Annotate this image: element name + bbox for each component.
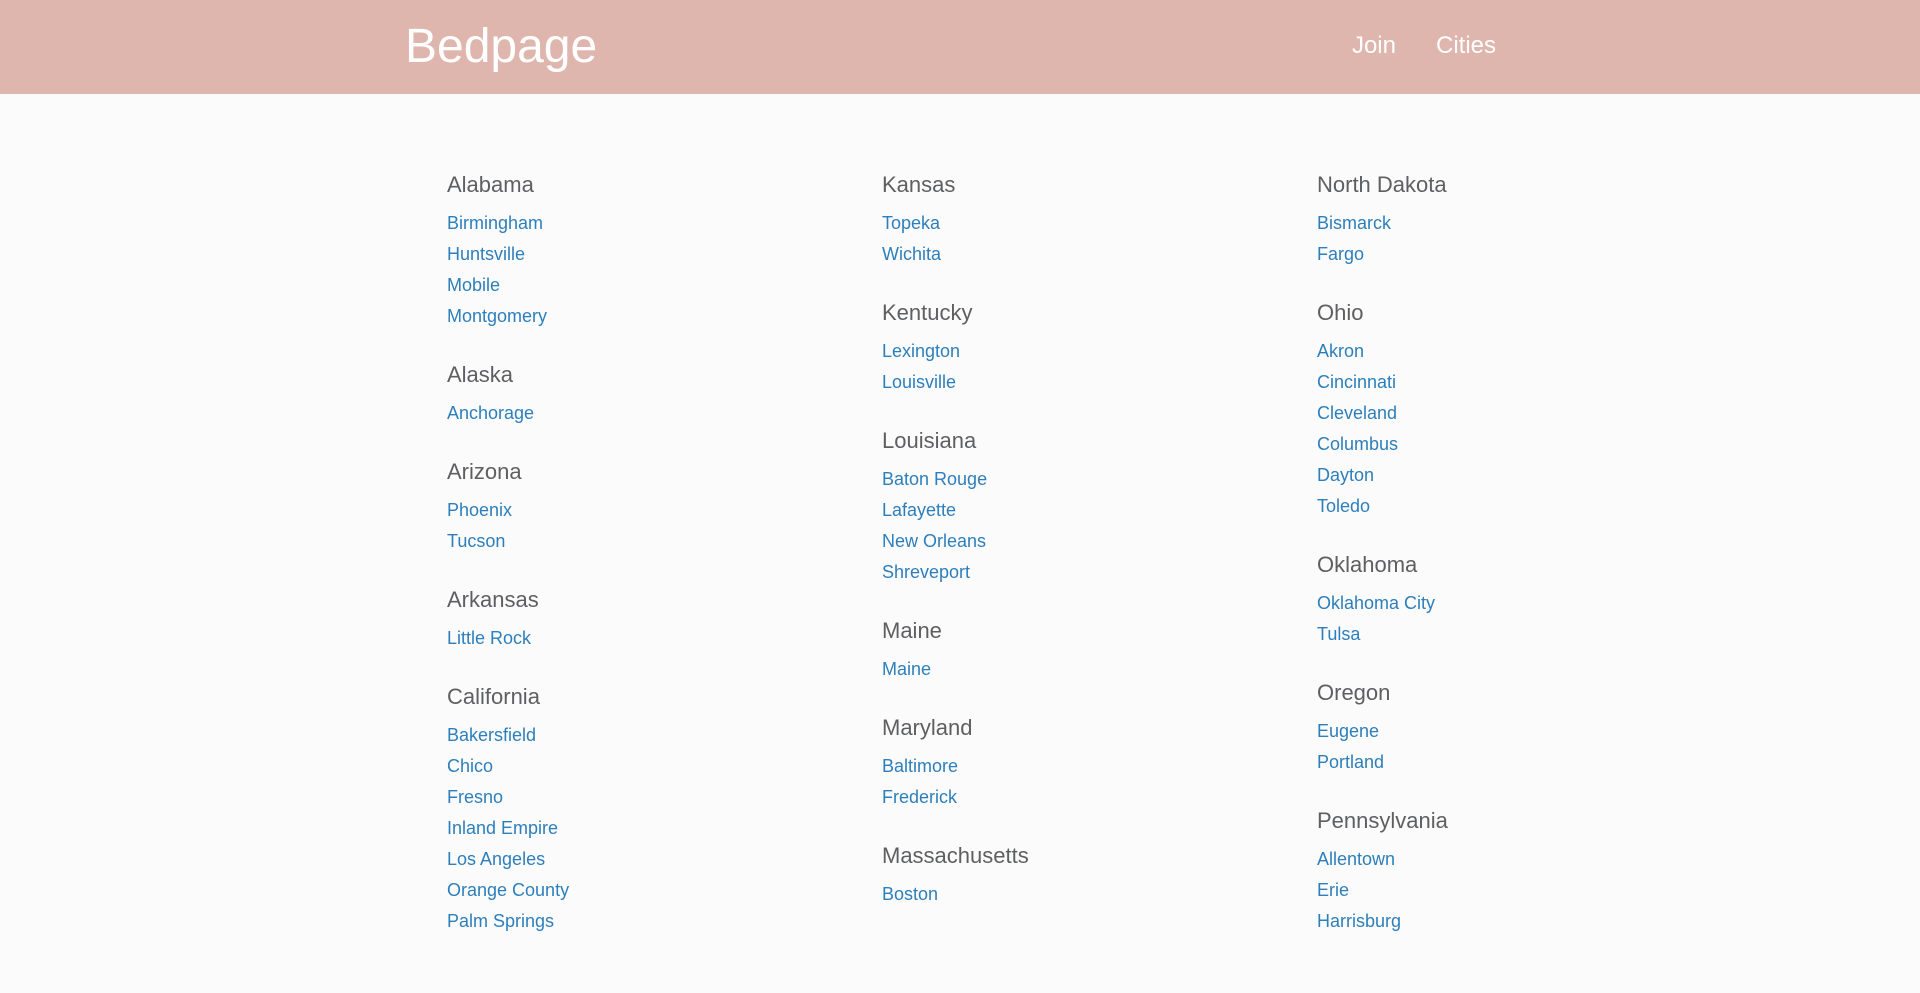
directory-column-1: Alabama Birmingham Huntsville Mobile Montgom…	[447, 168, 847, 963]
site-logo[interactable]: Bedpage	[405, 19, 597, 75]
city-link[interactable]: Fresno	[447, 782, 847, 813]
state-group: Maine Maine	[882, 614, 1282, 685]
state-heading: Arkansas	[447, 587, 539, 612]
state-group: Kentucky Lexington Louisville	[882, 296, 1282, 398]
directory-column-2: Kansas Topeka Wichita Kentucky Lexington Loui…	[882, 168, 1282, 936]
state-heading: Louisiana	[882, 428, 977, 453]
city-link[interactable]: Tulsa	[1317, 619, 1547, 650]
state-heading: Oregon	[1317, 680, 1391, 705]
state-heading: Oklahoma	[1317, 552, 1418, 577]
state-heading: Ohio	[1317, 300, 1364, 325]
state-group: Oregon Eugene Portland	[1317, 676, 1547, 778]
city-link[interactable]: Boston	[882, 879, 1282, 910]
state-heading: Massachusetts	[882, 843, 1029, 868]
city-link[interactable]: Montgomery	[447, 301, 847, 332]
city-link[interactable]: Maine	[882, 654, 1282, 685]
nav-cities-link[interactable]: Cities	[1436, 30, 1496, 62]
city-link[interactable]: Eugene	[1317, 716, 1547, 747]
cities-directory: Alabama Birmingham Huntsville Mobile Montgom…	[447, 168, 1547, 993]
state-heading: Maine	[882, 618, 942, 643]
main-nav: Join Cities	[1352, 30, 1496, 62]
state-group: Pennsylvania Allentown Erie Harrisburg	[1317, 804, 1547, 937]
state-heading: North Dakota	[1317, 172, 1447, 197]
city-link[interactable]: Dayton	[1317, 460, 1547, 491]
city-link[interactable]: Columbus	[1317, 429, 1547, 460]
city-link[interactable]: Orange County	[447, 875, 847, 906]
city-link[interactable]: Harrisburg	[1317, 906, 1547, 937]
city-link[interactable]: Portland	[1317, 747, 1547, 778]
nav-join-link[interactable]: Join	[1352, 30, 1396, 62]
city-link[interactable]: New Orleans	[882, 526, 1282, 557]
state-group: Alabama Birmingham Huntsville Mobile Montgom…	[447, 168, 847, 332]
city-link[interactable]: Akron	[1317, 336, 1547, 367]
state-group: Oklahoma Oklahoma City Tulsa	[1317, 548, 1547, 650]
state-heading: Kentucky	[882, 300, 973, 325]
city-link[interactable]: Birmingham	[447, 208, 847, 239]
city-link[interactable]: Los Angeles	[447, 844, 847, 875]
city-link[interactable]: Baton Rouge	[882, 464, 1282, 495]
state-group: Louisiana Baton Rouge Lafayette New Orleans…	[882, 424, 1282, 588]
city-link[interactable]: Lexington	[882, 336, 1282, 367]
city-link[interactable]: Mobile	[447, 270, 847, 301]
city-link[interactable]: Tucson	[447, 526, 847, 557]
city-link[interactable]: Inland Empire	[447, 813, 847, 844]
state-group: Arizona Phoenix Tucson	[447, 455, 847, 557]
city-link[interactable]: Fargo	[1317, 239, 1547, 270]
state-group: Massachusetts Boston	[882, 839, 1282, 910]
city-link[interactable]: Toledo	[1317, 491, 1547, 522]
city-link[interactable]: Allentown	[1317, 844, 1547, 875]
state-group: Ohio Akron Cincinnati Cleveland Columbus Dayt…	[1317, 296, 1547, 522]
state-group: North Dakota Bismarck Fargo	[1317, 168, 1547, 270]
state-heading: Pennsylvania	[1317, 808, 1448, 833]
city-link[interactable]: Topeka	[882, 208, 1282, 239]
state-group: California Bakersfield Chico Fresno Inland E…	[447, 680, 847, 937]
city-link[interactable]: Louisville	[882, 367, 1282, 398]
state-heading: Kansas	[882, 172, 956, 197]
site-header: Bedpage Join Cities	[0, 0, 1920, 94]
city-link[interactable]: Palm Springs	[447, 906, 847, 937]
city-link[interactable]: Bismarck	[1317, 208, 1547, 239]
state-heading: Arizona	[447, 459, 522, 484]
city-link[interactable]: Bakersfield	[447, 720, 847, 751]
city-link[interactable]: Oklahoma City	[1317, 588, 1547, 619]
state-group: Maryland Baltimore Frederick	[882, 711, 1282, 813]
city-link[interactable]: Baltimore	[882, 751, 1282, 782]
city-link[interactable]: Lafayette	[882, 495, 1282, 526]
state-group: Kansas Topeka Wichita	[882, 168, 1282, 270]
state-group: Alaska Anchorage	[447, 358, 847, 429]
city-link[interactable]: Cincinnati	[1317, 367, 1547, 398]
directory-column-3: North Dakota Bismarck Fargo Ohio Akron Cincin…	[1317, 168, 1547, 963]
city-link[interactable]: Erie	[1317, 875, 1547, 906]
city-link[interactable]: Shreveport	[882, 557, 1282, 588]
state-heading: Alabama	[447, 172, 534, 197]
state-group: Arkansas Little Rock	[447, 583, 847, 654]
city-link[interactable]: Chico	[447, 751, 847, 782]
city-link[interactable]: Huntsville	[447, 239, 847, 270]
city-link[interactable]: Anchorage	[447, 398, 847, 429]
state-heading: Alaska	[447, 362, 514, 387]
state-heading: California	[447, 684, 540, 709]
city-link[interactable]: Phoenix	[447, 495, 847, 526]
state-heading: Maryland	[882, 715, 973, 740]
city-link[interactable]: Cleveland	[1317, 398, 1547, 429]
city-link[interactable]: Frederick	[882, 782, 1282, 813]
city-link[interactable]: Little Rock	[447, 623, 847, 654]
city-link[interactable]: Wichita	[882, 239, 1282, 270]
